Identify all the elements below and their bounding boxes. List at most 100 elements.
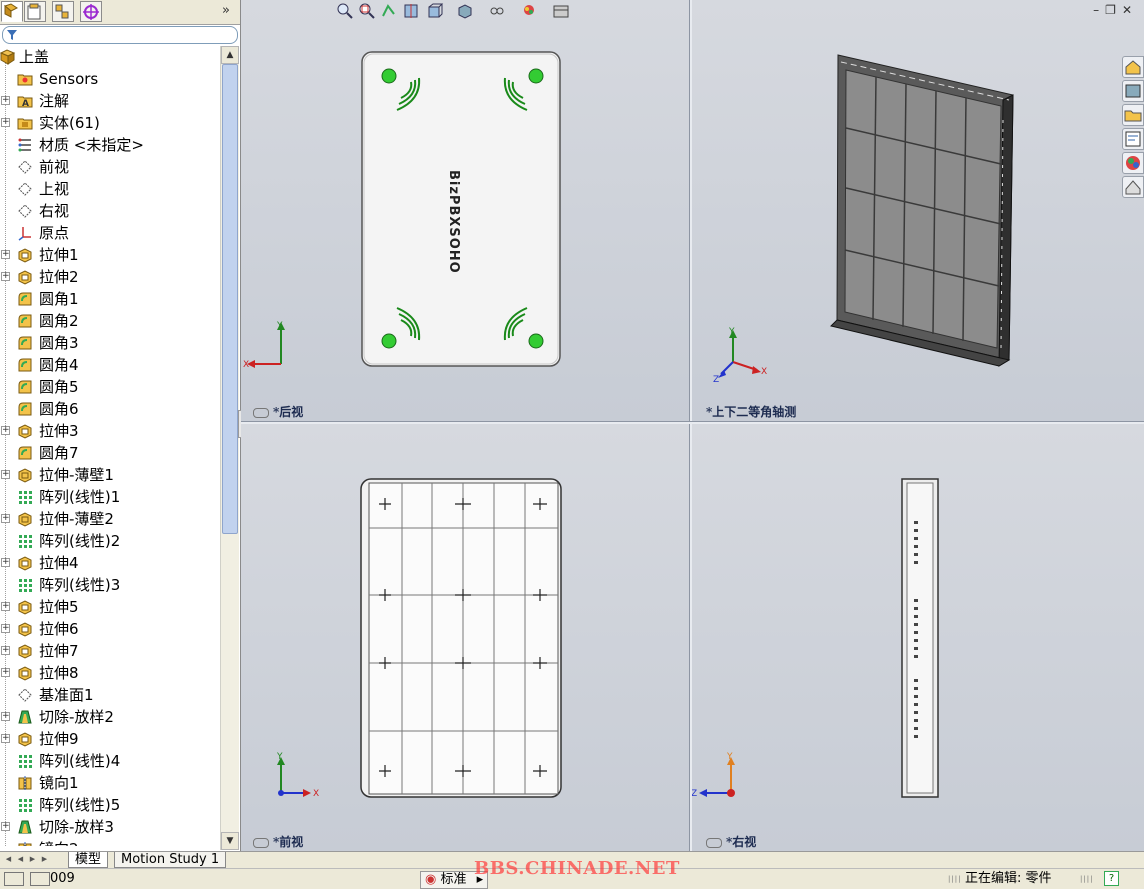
expand-toggle-icon[interactable]: + [1,272,10,281]
tree-item[interactable]: + 拉伸6 [0,618,220,640]
tree-item[interactable]: 圆角4 [0,354,220,376]
design-library-tab[interactable] [1122,80,1144,102]
expand-toggle-icon[interactable]: + [1,250,10,259]
tab-model[interactable]: 模型 [68,852,109,868]
tree-item[interactable]: 圆角7 [0,442,220,464]
link-views-icon[interactable] [253,837,269,848]
tree-item[interactable]: 原点 [0,222,220,244]
property-manager-tab[interactable] [24,1,46,22]
tree-item[interactable]: 圆角2 [0,310,220,332]
expand-toggle-icon[interactable]: + [1,118,10,127]
minimize-icon[interactable]: – [1093,3,1105,17]
graphics-area[interactable]: BizPBXSOHO Y X *后视 Y X Z *上下二等角轴测 –❐✕ Y … [241,0,1144,852]
tree-item[interactable]: + 切除-放样3 [0,816,220,838]
previous-view-icon[interactable] [380,2,398,20]
display-style-icon[interactable] [456,2,474,20]
prev-tab-arrow-icon[interactable]: ◀ [16,854,25,864]
tree-item[interactable]: + 拉伸9 [0,728,220,750]
scroll-down-button[interactable]: ▼ [221,832,239,850]
view-palette-tab[interactable] [1122,128,1144,150]
dimxpert-manager-tab[interactable] [80,1,102,22]
tree-item[interactable]: 前视 [0,156,220,178]
tree-item[interactable]: + 拉伸8 [0,662,220,684]
view-orientation-icon[interactable] [426,2,444,20]
boss-extrude-icon [18,600,32,615]
tree-item[interactable]: 镜向1 [0,772,220,794]
expand-toggle-icon[interactable]: + [1,668,10,677]
last-tab-arrow-icon[interactable]: ▶ [40,854,49,864]
appearances-tab[interactable] [1122,152,1144,174]
expand-toggle-icon[interactable]: + [1,712,10,721]
hide-show-items-icon[interactable] [488,2,506,20]
expand-toggle-icon[interactable]: + [1,624,10,633]
tree-item[interactable]: + 拉伸3 [0,420,220,442]
expand-toggle-icon[interactable]: + [1,470,10,479]
expand-toggle-icon[interactable]: + [1,734,10,743]
tree-item[interactable]: + 实体(61) [0,112,220,134]
status-toggle-icon[interactable] [4,871,24,886]
tree-item[interactable]: 圆角5 [0,376,220,398]
zoom-to-fit-icon[interactable] [336,2,354,20]
solidworks-resources-tab[interactable] [1122,56,1144,78]
tree-item[interactable]: 阵列(线性)1 [0,486,220,508]
tree-item[interactable]: 上视 [0,178,220,200]
viewport-splitter-vertical[interactable] [689,0,692,852]
tree-item[interactable]: + 拉伸5 [0,596,220,618]
file-explorer-tab[interactable] [1122,104,1144,126]
status-grid-icon[interactable] [30,871,51,886]
tree-item[interactable]: 阵列(线性)4 [0,750,220,772]
tree-item[interactable]: + 拉伸1 [0,244,220,266]
feature-manager-tab[interactable] [1,1,23,22]
tree-item[interactable]: 圆角6 [0,398,220,420]
tree-item[interactable]: 圆角1 [0,288,220,310]
tree-item[interactable]: + 切除-放样2 [0,706,220,728]
tree-item[interactable]: 阵列(线性)2 [0,530,220,552]
next-tab-arrow-icon[interactable]: ▶ [28,854,37,864]
custom-properties-tab[interactable] [1122,176,1144,198]
feature-tree-scrollbar[interactable]: ▲ ▼ [220,46,239,850]
expand-toggle-icon[interactable]: + [1,426,10,435]
tree-item[interactable]: + A 注解 [0,90,220,112]
expand-toggle-icon[interactable]: + [1,514,10,523]
tree-item[interactable]: + 拉伸7 [0,640,220,662]
scroll-up-button[interactable]: ▲ [221,46,239,64]
viewport-front[interactable]: Y X *前视 [241,423,689,852]
viewport-right[interactable]: Y Z *右视 [691,423,1144,852]
viewport-splitter-horizontal[interactable] [241,421,1144,424]
tree-item[interactable]: Sensors [0,68,220,90]
section-view-icon[interactable] [402,2,420,20]
tree-item[interactable]: 阵列(线性)5 [0,794,220,816]
tab-motion-study-1[interactable]: Motion Study 1 [114,852,227,868]
help-icon[interactable]: ? [1104,871,1119,886]
tree-item[interactable]: 圆角3 [0,332,220,354]
restore-icon[interactable]: ❐ [1105,3,1122,17]
tree-item[interactable]: 右视 [0,200,220,222]
viewport-isometric[interactable]: Y X Z *上下二等角轴测 –❐✕ [691,0,1144,421]
expand-chevron-icon[interactable]: » [222,3,230,18]
tree-item[interactable]: + 拉伸-薄壁1 [0,464,220,486]
tree-item[interactable]: + 拉伸4 [0,552,220,574]
feature-filter-input[interactable] [2,26,238,44]
expand-toggle-icon[interactable]: + [1,602,10,611]
apply-scene-icon[interactable] [552,2,570,20]
zoom-to-area-icon[interactable] [358,2,376,20]
viewport-back[interactable]: BizPBXSOHO Y X *后视 [241,0,689,421]
tree-item[interactable]: + 拉伸-薄壁2 [0,508,220,530]
expand-toggle-icon[interactable]: + [1,822,10,831]
tree-item[interactable]: 基准面1 [0,684,220,706]
expand-toggle-icon[interactable]: + [1,96,10,105]
link-views-icon[interactable] [253,407,269,418]
close-icon[interactable]: ✕ [1122,3,1138,17]
scroll-thumb[interactable] [222,64,238,534]
first-tab-arrow-icon[interactable]: ◀ [4,854,13,864]
configuration-manager-tab[interactable] [52,1,74,22]
tree-item[interactable]: 材质 <未指定> [0,134,220,156]
expand-toggle-icon[interactable]: + [1,646,10,655]
edit-appearance-icon[interactable] [520,2,538,20]
tree-root-part[interactable]: 上盖 [0,46,220,68]
tree-item[interactable]: 阵列(线性)3 [0,574,220,596]
tree-item[interactable]: 镜向2 [0,838,220,846]
expand-toggle-icon[interactable]: + [1,558,10,567]
link-views-icon[interactable] [706,837,722,848]
tree-item[interactable]: + 拉伸2 [0,266,220,288]
